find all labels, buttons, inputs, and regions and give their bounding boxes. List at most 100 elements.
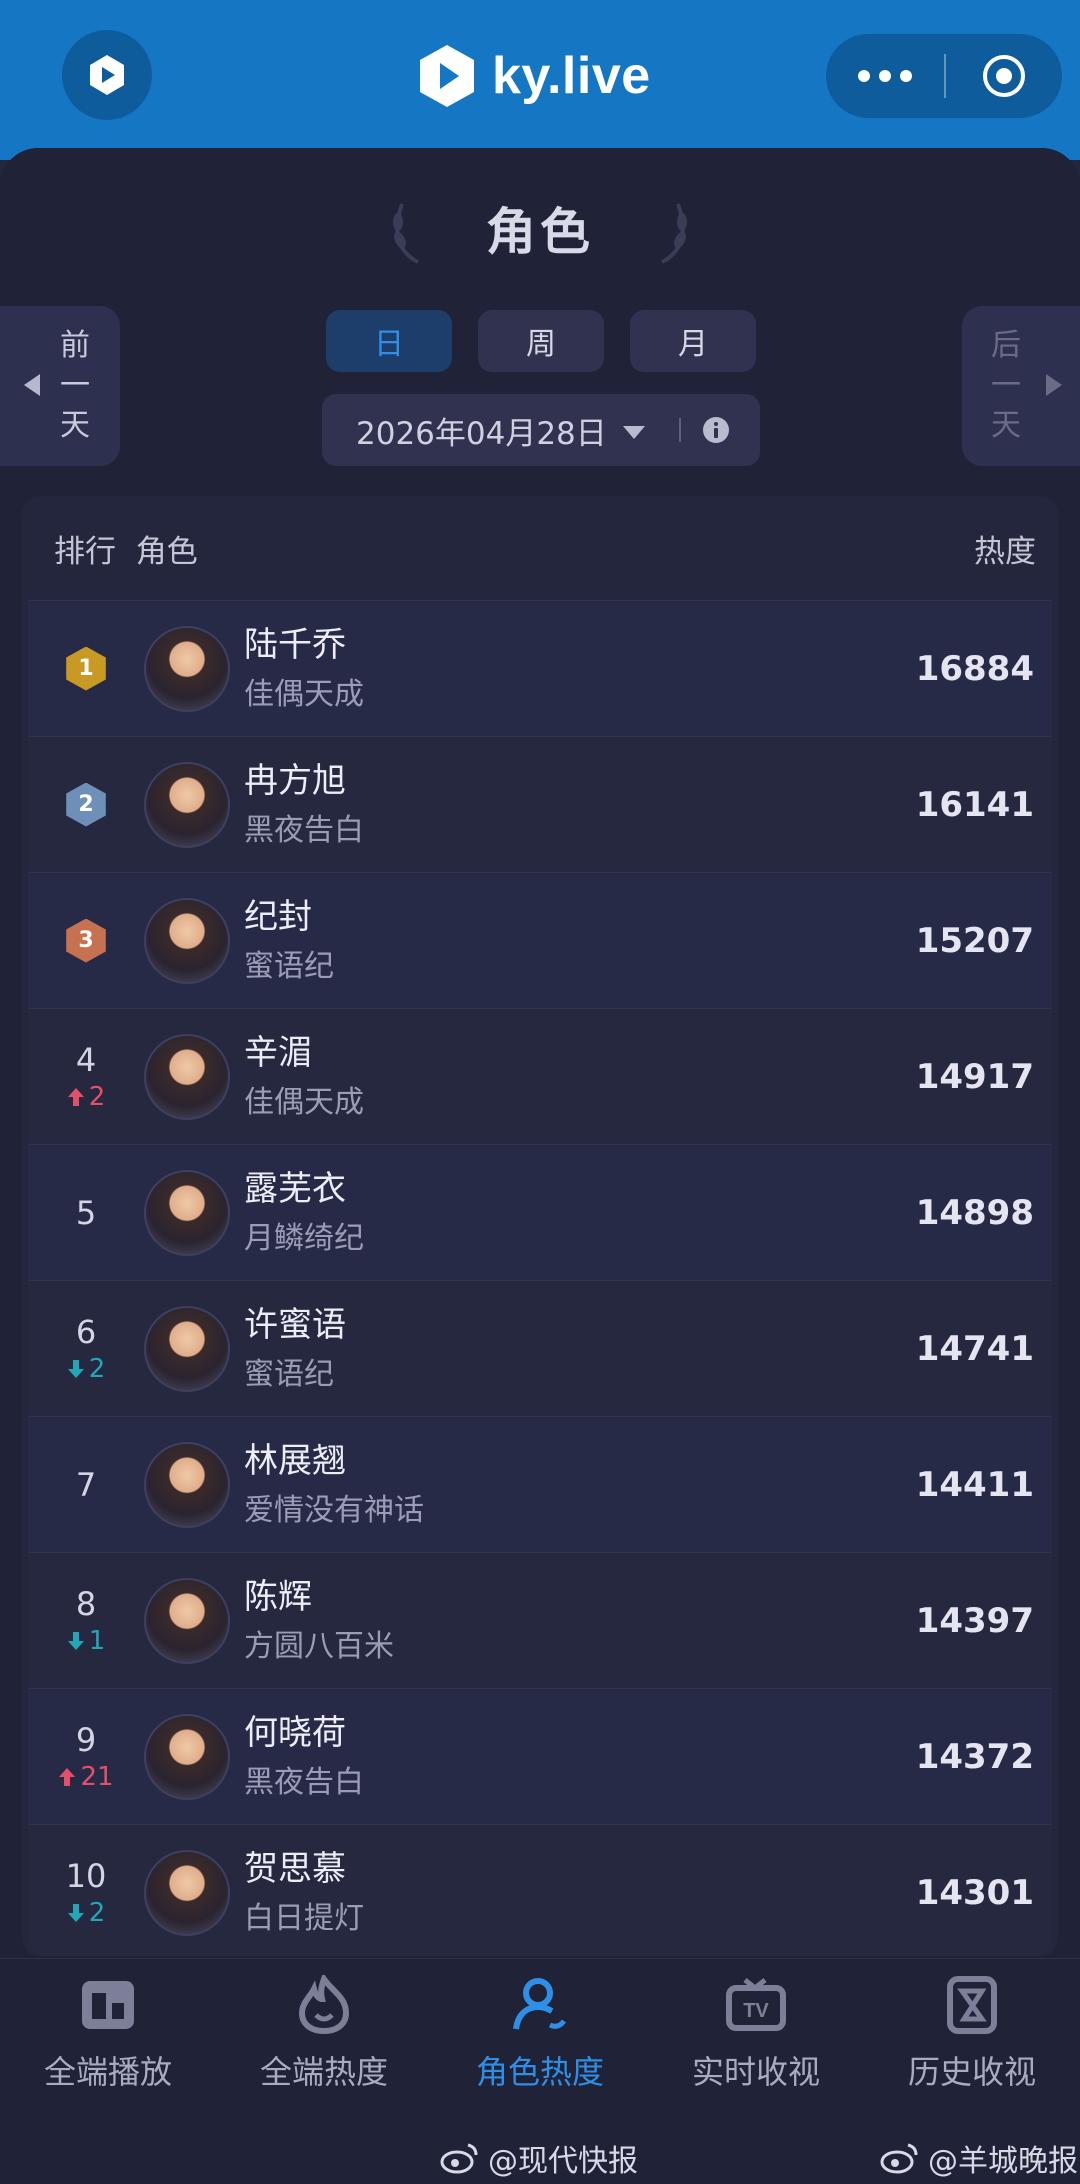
drama-title: 月鳞绮纪 [244,1220,364,1256]
drama-title: 黑夜告白 [244,1764,364,1800]
dot-icon [858,70,870,82]
role-name: 许蜜语 [244,1304,346,1345]
rank-cell: 10 2 [28,1856,144,1930]
rank-change: 2 [67,1352,105,1386]
role-name: 陆千乔 [244,624,346,665]
rank-number: 6 [75,1312,97,1351]
medal-icon: 3 [66,918,106,963]
medal-icon: 2 [66,782,106,827]
tab-role-heat[interactable]: 角色热度 [432,1959,648,2104]
heat-value: 14917 [915,1056,1034,1097]
avatar [144,1713,230,1800]
info-icon[interactable] [702,417,729,443]
role-info: 露芜衣 月鳞绮纪 [230,1165,892,1261]
drama-title: 蜜语纪 [244,948,334,984]
tab-month[interactable]: 月 [630,310,756,372]
tab-day[interactable]: 日 [326,310,452,372]
role-info: 贺思慕 白日提灯 [230,1845,892,1941]
credit-left: @现代快报 [440,2136,638,2180]
home-button[interactable] [62,30,152,120]
table-row[interactable]: 8 1 陈辉 方圆八百米 14397 [28,1552,1052,1688]
avatar [144,1441,230,1528]
role-info: 陆千乔 佳偶天成 [230,621,892,717]
avatar [144,1305,230,1392]
role-info: 何晓荷 黑夜告白 [230,1709,892,1805]
tab-all-play[interactable]: 全端播放 [0,1959,216,2104]
tab-label: 历史收视 [907,2053,1036,2091]
next-day-label: 后一天 [991,328,1021,443]
tab-week[interactable]: 周 [478,310,604,372]
table-row[interactable]: 10 2 贺思慕 白日提灯 14301 [28,1824,1052,1956]
more-button[interactable] [826,70,944,82]
drama-title: 爱情没有神话 [244,1492,424,1528]
rank-cell: 2 [28,782,144,827]
table-row[interactable]: 2 冉方旭黑夜告白 16141 [28,736,1052,872]
table-row[interactable]: 9 21 何晓荷 黑夜告白 14372 [28,1688,1052,1824]
role-name: 冉方旭 [244,760,346,801]
drama-title: 黑夜告白 [244,812,364,848]
arrow-up-icon [67,1087,84,1106]
hourglass-icon [940,1973,1004,2037]
next-day-button[interactable]: 后一天 [962,306,1080,466]
table-header: 排行 角色 热度 [22,496,1058,600]
close-miniprogram-button[interactable] [946,53,1062,99]
period-tabs: 日 周 月 [326,310,756,372]
rank-number: 7 [75,1465,97,1504]
rank-number: 9 [75,1720,97,1759]
role-name: 陈辉 [244,1576,312,1617]
date-picker[interactable]: 2026年04月28日 [322,394,760,466]
rank-number: 5 [75,1193,97,1232]
rank-cell: 42 [28,1040,144,1114]
rank-change-value: 21 [80,1761,114,1792]
drama-title: 白日提灯 [244,1900,364,1936]
heat-value: 14411 [915,1464,1034,1505]
date-divider [678,418,681,442]
table-row[interactable]: 4 2 辛湄 佳偶天成 14917 [28,1008,1052,1144]
drama-title: 方圆八百米 [244,1628,394,1664]
rank-change-value: 2 [88,1081,106,1112]
arrow-down-icon [67,1631,84,1650]
table-row[interactable]: 7 林展翘 爱情没有神话 14411 [28,1416,1052,1552]
date-value: 2026年04月28日 [356,415,607,452]
rank-cell: 7 [28,1465,144,1505]
heat-value: 16141 [915,784,1034,825]
play-logo-icon [90,55,124,95]
tab-label: 实时收视 [691,2053,820,2091]
weibo-icon [440,2143,478,2174]
heat-value: 14372 [915,1736,1034,1777]
arrow-up-icon [59,1767,76,1786]
role-info: 纪封 蜜语纪 [230,893,892,989]
tab-all-heat[interactable]: 全端热度 [216,1959,432,2104]
rank-cell: 5 [28,1193,144,1233]
col-heat: 热度 [974,533,1036,570]
tab-history-rating[interactable]: 历史收视 [864,1959,1080,2104]
tab-label: 角色热度 [475,2053,604,2091]
avatar [144,1033,230,1120]
drama-title: 佳偶天成 [244,676,364,712]
col-rank-role: 排行 角色 [54,533,198,570]
table-row[interactable]: 6 2 许蜜语 蜜语纪 14741 [28,1280,1052,1416]
target-icon [983,55,1025,97]
dot-icon [900,70,912,82]
credit-right: @羊城晚报 [880,2136,1078,2180]
brand: ky.live [416,38,651,114]
arrow-down-icon [67,1359,84,1378]
tab-realtime-rating[interactable]: TV 实时收视 [648,1959,864,2104]
table-row[interactable]: 1 陆千乔 佳偶天成 16884 [28,600,1052,736]
drama-title: 佳偶天成 [244,1084,364,1120]
tab-label: 全端播放 [43,2053,172,2091]
table-row[interactable]: 5 露芜衣 月鳞绮纪 14898 [28,1144,1052,1280]
play-stats-icon [76,1973,140,2037]
rank-cell: 62 [28,1312,144,1386]
role-name: 贺思慕 [244,1848,346,1889]
role-name: 露芜衣 [244,1168,346,1209]
previous-day-button[interactable]: 前一天 [0,306,120,466]
credit-text: @现代快报 [488,2144,638,2179]
flame-icon [292,1973,356,2037]
ranking-table: 排行 角色 热度 1 陆千乔 佳偶天成 16884 2 冉方旭 黑夜告白 16141 3 纪封 蜜语… [22,496,1058,1956]
drama-title: 蜜语纪 [244,1356,334,1392]
arrow-right-icon [1046,374,1062,396]
table-row[interactable]: 3 纪封 蜜语纪 15207 [28,872,1052,1008]
rank-change-value: 2 [88,1897,106,1928]
arrow-left-icon [24,374,40,396]
